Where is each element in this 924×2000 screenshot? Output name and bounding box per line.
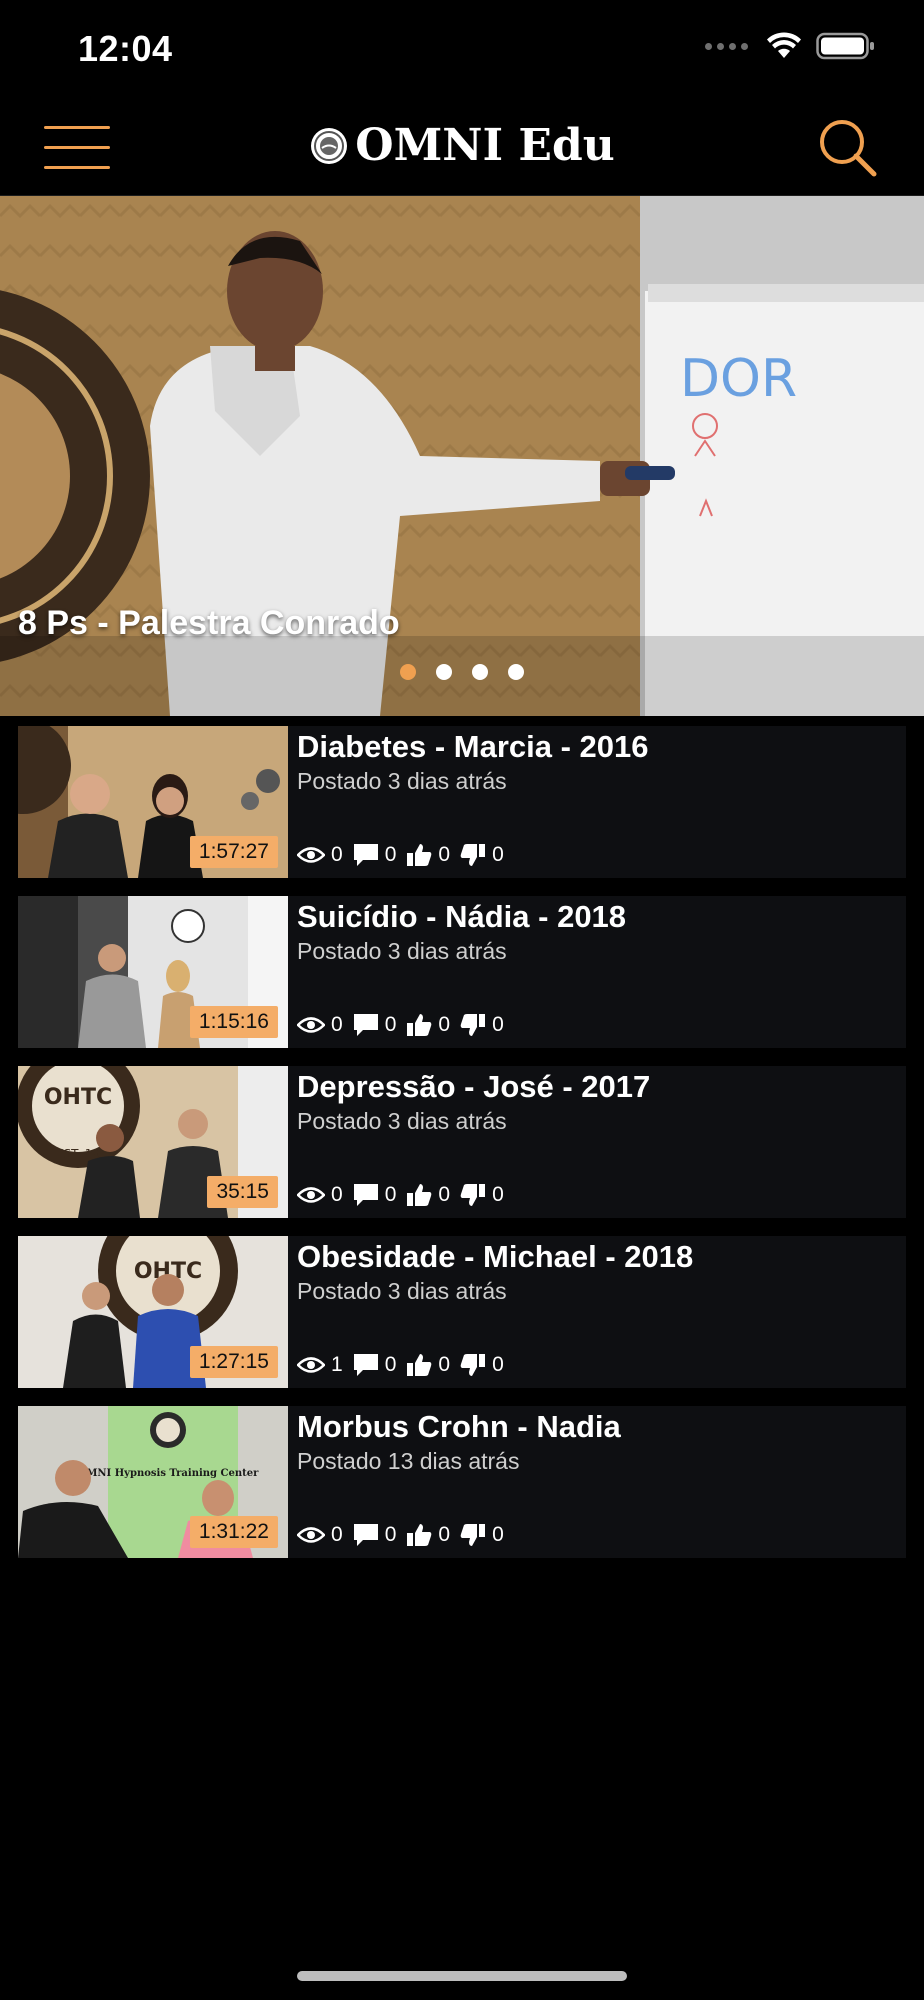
video-title: Morbus Crohn - Nadia bbox=[297, 1409, 621, 1444]
carousel-dots bbox=[400, 664, 524, 680]
video-stats: 1 0 0 0 bbox=[297, 1353, 514, 1377]
dislikes-count: 0 bbox=[492, 843, 504, 866]
brand: OMNI Edu bbox=[0, 120, 924, 171]
thumbs-up-icon bbox=[407, 1014, 432, 1036]
video-item[interactable]: 1:57:27 Diabetes - Marcia - 2016 Postado… bbox=[18, 726, 906, 878]
video-item[interactable]: 1:15:16 Suicídio - Nádia - 2018 Postado … bbox=[18, 896, 906, 1048]
video-posted-date: Postado 3 dias atrás bbox=[297, 768, 507, 794]
battery-icon bbox=[816, 32, 874, 60]
thumb-ohtc-text: OHTC bbox=[44, 1085, 112, 1110]
video-title: Obesidade - Michael - 2018 bbox=[297, 1239, 694, 1274]
carousel-dot-3[interactable] bbox=[472, 664, 488, 680]
omni-logo-icon bbox=[311, 127, 348, 164]
views-count: 0 bbox=[331, 1013, 343, 1036]
hero-title: 8 Ps - Palestra Conrado bbox=[18, 604, 400, 642]
carousel-dot-1[interactable] bbox=[400, 664, 416, 680]
video-thumbnail: 1:15:16 bbox=[18, 896, 288, 1048]
thumbs-down-icon bbox=[460, 1354, 486, 1376]
video-posted-date: Postado 3 dias atrás bbox=[297, 1108, 507, 1134]
likes-count: 0 bbox=[438, 843, 451, 866]
eye-icon bbox=[297, 1527, 325, 1543]
eye-icon bbox=[297, 1017, 325, 1033]
video-title: Depressão - José - 2017 bbox=[297, 1069, 651, 1104]
comment-icon bbox=[353, 1184, 378, 1206]
thumbs-down-icon bbox=[460, 1184, 486, 1206]
video-duration: 1:31:22 bbox=[189, 1516, 278, 1548]
video-item[interactable]: OMNI Hypnosis Training Center 1:31:22 Mo… bbox=[18, 1406, 906, 1558]
video-list: 1:57:27 Diabetes - Marcia - 2016 Postado… bbox=[18, 726, 906, 1576]
thumbs-up-icon bbox=[407, 1184, 432, 1206]
video-thumbnail: OHTC EST. 19 35:15 bbox=[18, 1066, 288, 1218]
thumbs-down-icon bbox=[460, 1524, 486, 1546]
wifi-icon bbox=[767, 32, 801, 58]
thumbs-up-icon bbox=[407, 844, 432, 866]
likes-count: 0 bbox=[438, 1353, 451, 1376]
status-time: 12:04 bbox=[78, 28, 173, 69]
dislikes-count: 0 bbox=[492, 1523, 504, 1546]
comments-count: 0 bbox=[384, 1013, 397, 1036]
video-title: Suicídio - Nádia - 2018 bbox=[297, 899, 627, 934]
thumb-banner-text: OMNI Hypnosis Training Center bbox=[78, 1468, 259, 1479]
comment-icon bbox=[353, 1524, 378, 1546]
status-bar: 12:04 bbox=[0, 0, 924, 100]
video-stats: 0 0 0 0 bbox=[297, 843, 514, 867]
comment-icon bbox=[353, 1354, 378, 1376]
video-posted-date: Postado 3 dias atrás bbox=[297, 938, 507, 964]
video-thumbnail: OHTC 1:27:15 bbox=[18, 1236, 288, 1388]
video-thumbnail: OMNI Hypnosis Training Center 1:31:22 bbox=[18, 1406, 288, 1558]
comments-count: 0 bbox=[384, 843, 397, 866]
comment-icon bbox=[353, 1014, 378, 1036]
thumbs-up-icon bbox=[407, 1354, 432, 1376]
video-stats: 0 0 0 0 bbox=[297, 1183, 514, 1207]
video-posted-date: Postado 3 dias atrás bbox=[297, 1278, 507, 1304]
status-icons bbox=[705, 32, 876, 60]
views-count: 1 bbox=[331, 1353, 343, 1376]
dislikes-count: 0 bbox=[492, 1013, 504, 1036]
eye-icon bbox=[297, 1357, 325, 1373]
comments-count: 0 bbox=[384, 1183, 397, 1206]
video-duration: 1:57:27 bbox=[189, 836, 278, 868]
eye-icon bbox=[297, 847, 325, 863]
video-title: Diabetes - Marcia - 2016 bbox=[297, 729, 649, 764]
thumbs-down-icon bbox=[460, 844, 486, 866]
likes-count: 0 bbox=[438, 1523, 451, 1546]
whiteboard-text: DOR bbox=[680, 349, 797, 409]
top-app-bar: OMNI Edu bbox=[0, 100, 924, 196]
likes-count: 0 bbox=[438, 1013, 451, 1036]
carousel-dot-2[interactable] bbox=[436, 664, 452, 680]
video-stats: 0 0 0 0 bbox=[297, 1013, 514, 1037]
thumbs-down-icon bbox=[460, 1014, 486, 1036]
video-duration: 35:15 bbox=[207, 1176, 278, 1208]
search-icon[interactable] bbox=[816, 116, 880, 180]
thumbs-up-icon bbox=[407, 1524, 432, 1546]
views-count: 0 bbox=[331, 1183, 343, 1206]
video-duration: 1:27:15 bbox=[189, 1346, 278, 1378]
video-item[interactable]: OHTC 1:27:15 Obesidade - Michael - 2018 … bbox=[18, 1236, 906, 1388]
video-duration: 1:15:16 bbox=[189, 1006, 278, 1038]
dislikes-count: 0 bbox=[492, 1353, 504, 1376]
hero-carousel[interactable]: DOR 8 Ps - Palestra Conrado bbox=[0, 196, 924, 716]
video-stats: 0 0 0 0 bbox=[297, 1523, 514, 1547]
comments-count: 0 bbox=[384, 1353, 397, 1376]
comment-icon bbox=[353, 844, 378, 866]
likes-count: 0 bbox=[438, 1183, 451, 1206]
views-count: 0 bbox=[331, 1523, 343, 1546]
comments-count: 0 bbox=[384, 1523, 397, 1546]
home-indicator[interactable] bbox=[297, 1971, 627, 1981]
app-title: OMNI Edu bbox=[355, 120, 615, 171]
thumb-est-text: EST. 19 bbox=[56, 1147, 100, 1161]
eye-icon bbox=[297, 1187, 325, 1203]
views-count: 0 bbox=[331, 843, 343, 866]
dislikes-count: 0 bbox=[492, 1183, 504, 1206]
video-item[interactable]: OHTC EST. 19 35:15 Depressão - José - 20… bbox=[18, 1066, 906, 1218]
video-posted-date: Postado 13 dias atrás bbox=[297, 1448, 520, 1474]
cellular-signal-icon bbox=[705, 42, 748, 50]
video-thumbnail: 1:57:27 bbox=[18, 726, 288, 878]
carousel-dot-4[interactable] bbox=[508, 664, 524, 680]
